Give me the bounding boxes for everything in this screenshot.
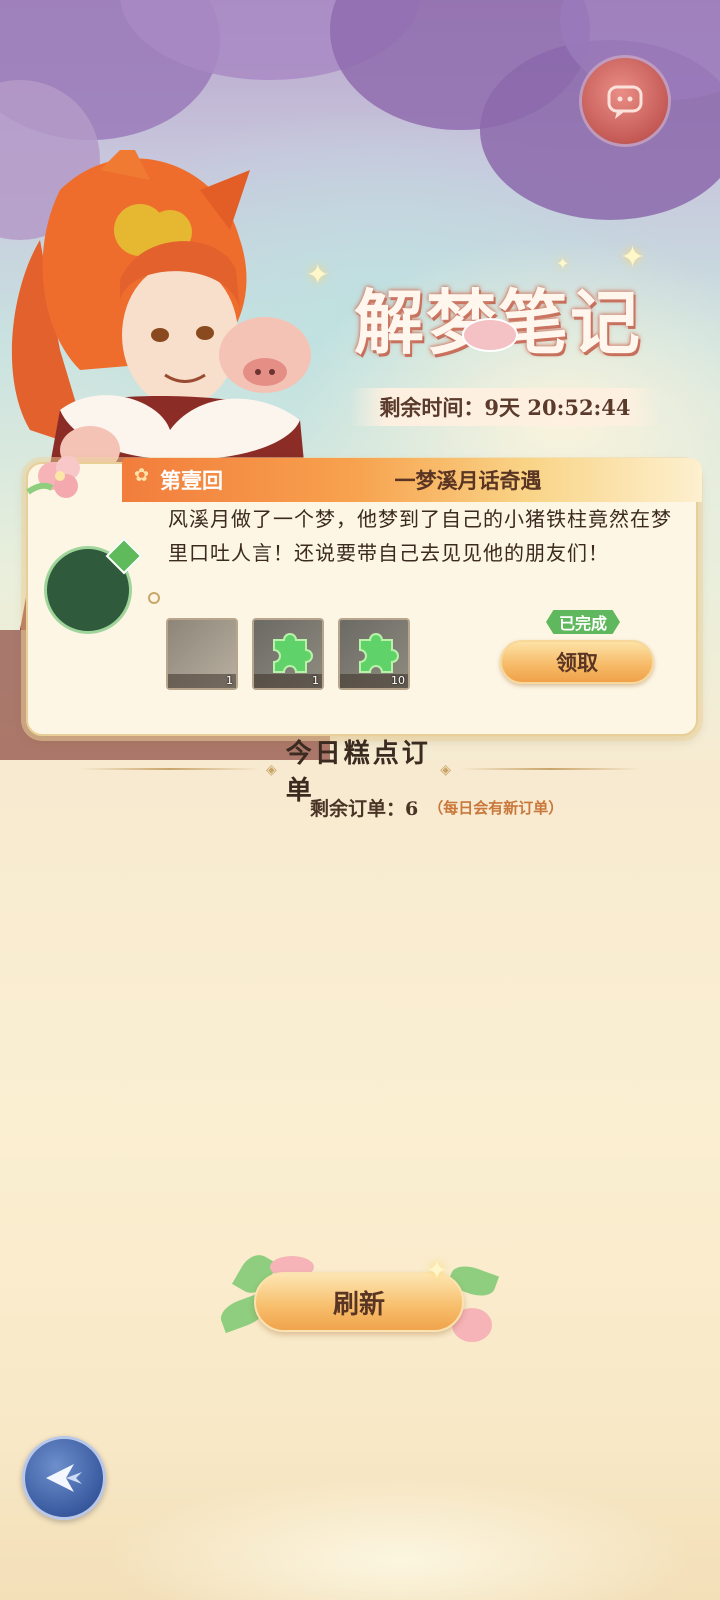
claim-button[interactable]: 领取 xyxy=(500,640,654,684)
divider-right xyxy=(460,768,640,770)
timeline-dot xyxy=(148,592,160,604)
orders-remaining: 剩余订单：6 （每日会有新订单） xyxy=(310,792,563,822)
bottom-haze xyxy=(0,1400,720,1600)
pig-icon xyxy=(462,318,518,352)
sparkle-icon: ✦ xyxy=(426,1256,448,1286)
divider-left xyxy=(80,768,260,770)
chat-bubble-icon xyxy=(607,85,643,119)
reward-count: 1 xyxy=(312,674,319,687)
event-timer: 剩余时间：9天 20:52:44 xyxy=(350,388,660,426)
quest-description: 风溪月做了一个梦，他梦到了自己的小猪铁柱竟然在梦里口吐人言！还说要带自己去见见他… xyxy=(168,507,672,565)
reward-item[interactable]: 10 xyxy=(338,618,410,690)
reward-list: 1 1 10 xyxy=(166,618,410,690)
chat-button[interactable] xyxy=(582,58,668,144)
quest-header: 第壹回 一梦溪月话奇遇 xyxy=(122,458,702,502)
reward-count: 10 xyxy=(391,674,405,687)
quest-orb-icon xyxy=(44,546,132,634)
flower-icon xyxy=(26,456,80,498)
refresh-area: 刷新 ✦ xyxy=(216,1249,500,1350)
orders-title: 今日糕点订单 xyxy=(260,739,460,806)
reward-item[interactable]: 1 xyxy=(166,618,238,690)
chapter-title: 一梦溪月话奇遇 xyxy=(394,468,542,493)
event-title: 解梦笔记 xyxy=(328,262,668,372)
quest-card: 第壹回 一梦溪月话奇遇 风溪月做了一个梦，他梦到了自己的小猪铁柱竟然在梦里口吐人… xyxy=(26,456,702,736)
orders-remaining-count: 剩余订单：6 xyxy=(310,797,419,820)
back-arrow-icon xyxy=(46,1464,82,1492)
status-badge: 已完成 xyxy=(546,610,620,634)
reward-item[interactable]: 1 xyxy=(252,618,324,690)
back-button[interactable] xyxy=(22,1436,106,1520)
reward-count: 1 xyxy=(226,674,233,687)
orders-note: （每日会有新订单） xyxy=(428,798,564,817)
chapter-label: 第壹回 xyxy=(122,465,282,495)
